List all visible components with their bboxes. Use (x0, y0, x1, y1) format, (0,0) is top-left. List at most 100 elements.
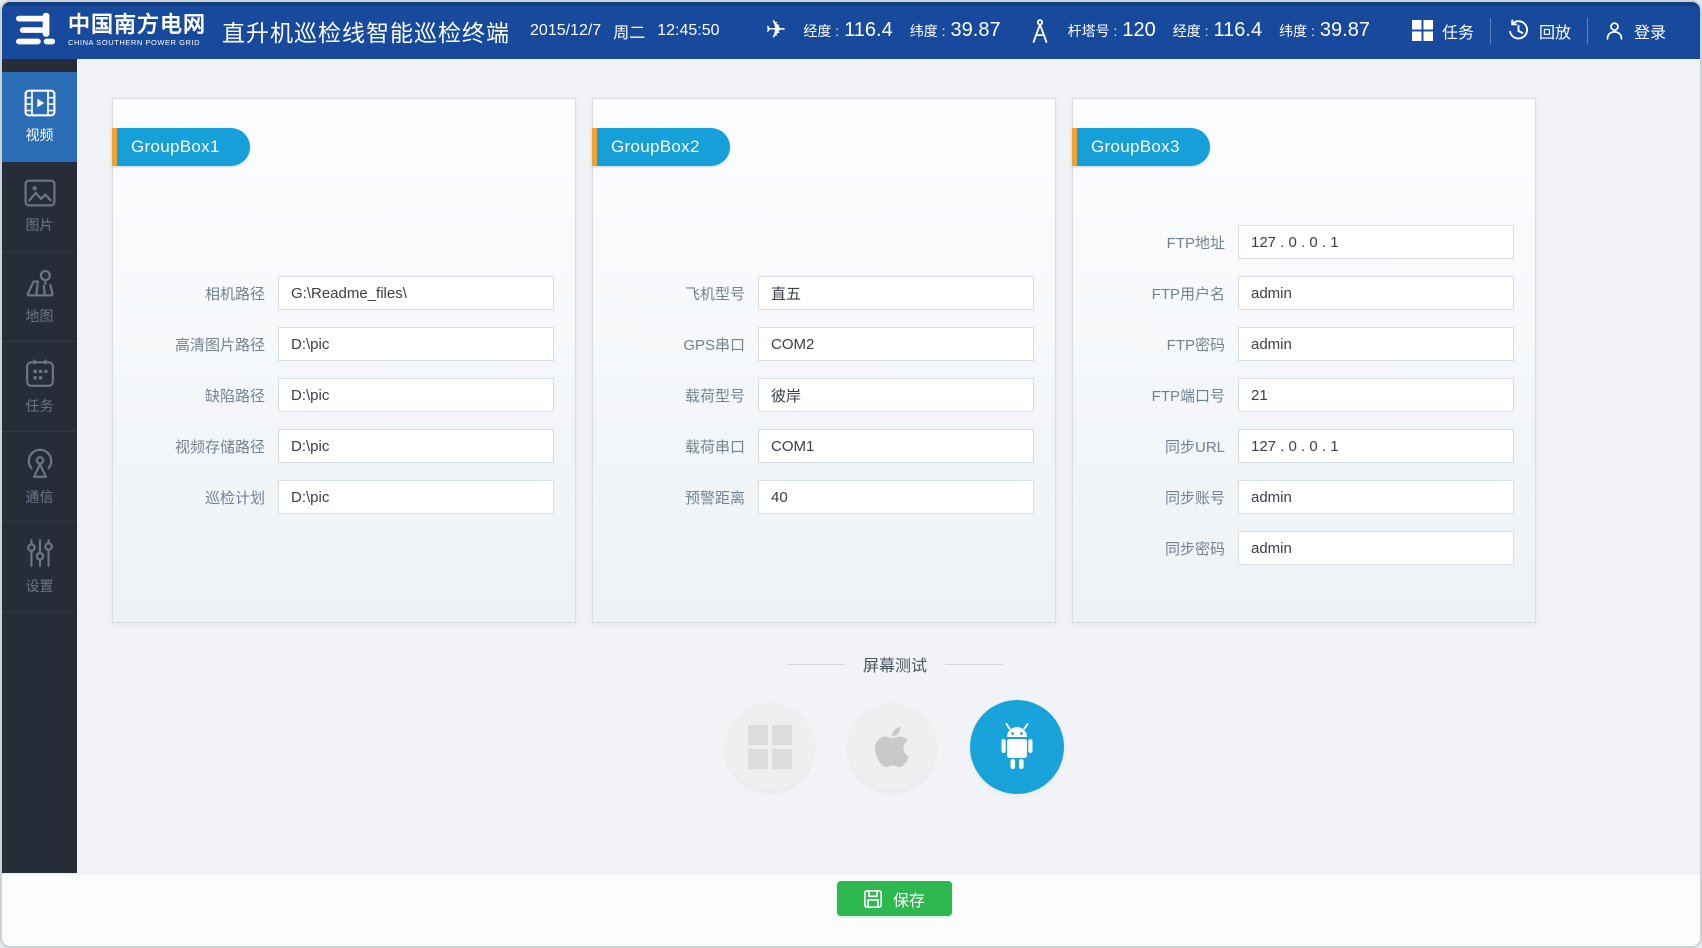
form-row: 巡检计划 (113, 480, 575, 514)
video-storage-path-label: 视频存储路径 (125, 436, 265, 457)
sidebar-item-tasks[interactable]: 任务 (2, 342, 77, 432)
tasks-button-label: 任务 (1442, 19, 1474, 43)
ftp-address-label: FTP地址 (1085, 232, 1225, 253)
sidebar-item-video[interactable]: 视频 (2, 72, 77, 162)
camera-path-input[interactable] (278, 276, 554, 310)
sidebar-item-label: 图片 (26, 215, 54, 235)
sidebar-item-images[interactable]: 图片 (2, 162, 77, 252)
main-content: GroupBox1 相机路径 高清图片路径 缺陷路径 (77, 59, 1700, 873)
app-window: 中国南方电网 CHINA SOUTHERN POWER GRID 直升机巡检线智… (0, 0, 1702, 948)
sidebar-item-label: 任务 (26, 396, 54, 416)
form-row: 缺陷路径 (113, 378, 575, 412)
save-button-label: 保存 (893, 887, 925, 911)
replay-button[interactable]: 回放 (1491, 19, 1587, 43)
divider-line (787, 664, 845, 665)
floppy-disk-icon (863, 889, 883, 909)
settings-panels: GroupBox1 相机路径 高清图片路径 缺陷路径 (112, 98, 1536, 623)
replay-button-label: 回放 (1539, 19, 1571, 43)
form-row: GPS串口 (593, 327, 1055, 361)
ftp-address-input[interactable] (1238, 225, 1514, 259)
brand-text: 中国南方电网 CHINA SOUTHERN POWER GRID (68, 14, 206, 47)
sync-account-label: 同步账号 (1085, 487, 1225, 508)
image-icon (24, 179, 56, 207)
ftp-port-input[interactable] (1238, 378, 1514, 412)
aircraft-position-stats: ✈ 经度 : 116.4 纬度 : 39.87 (765, 18, 1000, 43)
groupbox3-title: GroupBox3 (1077, 128, 1210, 166)
platform-apple-button[interactable] (848, 703, 936, 791)
form-row: 同步URL (1073, 429, 1535, 463)
ftp-port-label: FTP端口号 (1085, 385, 1225, 406)
sync-password-input[interactable] (1238, 531, 1514, 565)
brand-name-zh: 中国南方电网 (68, 14, 206, 36)
date-text: 2015/12/7 (530, 22, 601, 40)
login-button[interactable]: 登录 (1588, 19, 1682, 43)
sync-password-label: 同步密码 (1085, 538, 1225, 559)
form-row: 相机路径 (113, 276, 575, 310)
defect-path-label: 缺陷路径 (125, 385, 265, 406)
aircraft-latitude: 纬度 : 39.87 (910, 19, 1001, 42)
sidebar-item-label: 通信 (26, 487, 54, 507)
video-icon (24, 89, 56, 117)
footer-bar: 保存 (2, 873, 1700, 946)
form-row: FTP地址 (1073, 225, 1535, 259)
form-row: FTP用户名 (1073, 276, 1535, 310)
tower-icon (1029, 18, 1051, 44)
sidebar-item-label: 视频 (26, 125, 54, 145)
payload-model-input[interactable] (758, 378, 1034, 412)
ftp-password-label: FTP密码 (1085, 334, 1225, 355)
divider-line (945, 664, 1003, 665)
tower-longitude: 经度 : 116.4 (1173, 19, 1262, 42)
ftp-username-input[interactable] (1238, 276, 1514, 310)
aircraft-model-input[interactable] (758, 276, 1034, 310)
sidebar-item-label: 地图 (26, 306, 54, 326)
login-button-label: 登录 (1634, 19, 1666, 43)
tasks-button[interactable]: 任务 (1396, 19, 1490, 43)
sidebar-item-settings[interactable]: 设置 (2, 522, 77, 612)
sync-url-label: 同步URL (1085, 436, 1225, 457)
defect-path-input[interactable] (278, 378, 554, 412)
windows-logo-icon (748, 725, 792, 769)
warning-distance-input[interactable] (758, 480, 1034, 514)
platform-windows-button[interactable] (726, 703, 814, 791)
time-text: 12:45:50 (657, 22, 719, 40)
user-icon (1604, 20, 1625, 41)
android-robot-icon (993, 721, 1041, 773)
platform-android-button[interactable] (970, 700, 1064, 794)
form-row: 载荷串口 (593, 429, 1055, 463)
header-actions: 任务 回放 登录 (1396, 18, 1682, 44)
sliders-icon (26, 538, 54, 568)
payload-model-label: 载荷型号 (605, 385, 745, 406)
groupbox2-tag: GroupBox2 (592, 128, 730, 166)
form-row: 载荷型号 (593, 378, 1055, 412)
warning-distance-label: 预警距离 (605, 487, 745, 508)
sync-url-input[interactable] (1238, 429, 1514, 463)
groupbox2-panel: GroupBox2 飞机型号 GPS串口 载荷型号 (592, 98, 1056, 623)
sidebar-item-communication[interactable]: 通信 (2, 432, 77, 522)
gps-serial-port-input[interactable] (758, 327, 1034, 361)
inspection-plan-input[interactable] (278, 480, 554, 514)
groupbox2-title: GroupBox2 (597, 128, 730, 166)
form-row: 高清图片路径 (113, 327, 575, 361)
form-row: 同步账号 (1073, 480, 1535, 514)
replay-clock-icon (1507, 19, 1530, 42)
hd-image-path-input[interactable] (278, 327, 554, 361)
video-storage-path-input[interactable] (278, 429, 554, 463)
platform-buttons (595, 700, 1195, 794)
groupbox3-panel: GroupBox3 FTP地址 FTP用户名 FTP密码 (1072, 98, 1536, 623)
page-title: 直升机巡检线智能巡检终端 (222, 14, 510, 48)
groupbox1-tag: GroupBox1 (112, 128, 250, 166)
sync-account-input[interactable] (1238, 480, 1514, 514)
sidebar-item-map[interactable]: 地图 (2, 252, 77, 342)
gps-serial-port-label: GPS串口 (605, 334, 745, 355)
form-row: 飞机型号 (593, 276, 1055, 310)
form-row: FTP密码 (1073, 327, 1535, 361)
brand: 中国南方电网 CHINA SOUTHERN POWER GRID (14, 11, 206, 51)
save-button[interactable]: 保存 (837, 881, 952, 916)
broadcast-icon (24, 447, 56, 479)
groupbox3-tag: GroupBox3 (1072, 128, 1210, 166)
tower-number: 杆塔号 : 120 (1068, 19, 1156, 42)
ftp-password-input[interactable] (1238, 327, 1514, 361)
sidebar-item-label: 设置 (26, 576, 54, 596)
payload-serial-port-label: 载荷串口 (605, 436, 745, 457)
payload-serial-port-input[interactable] (758, 429, 1034, 463)
